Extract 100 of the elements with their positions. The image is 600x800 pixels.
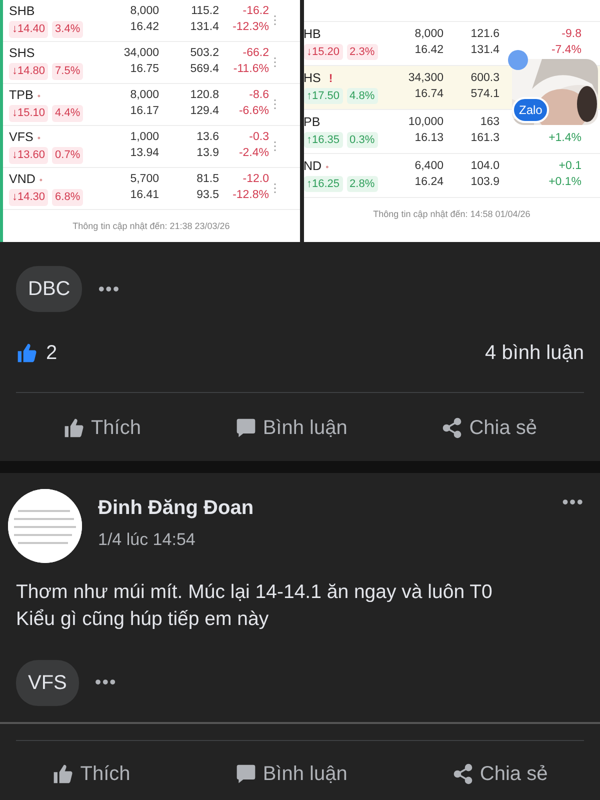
table-cell-text: 13.6 [196, 130, 219, 146]
ticker: TPB [9, 88, 34, 102]
table-cell-text: 8,000 [130, 88, 159, 104]
table-cell-text: 8,000 [414, 26, 444, 42]
price-tag: ↑16.25 [304, 176, 343, 192]
table-cell-text: 163 [480, 114, 500, 130]
table-cell-text: 16.41 [130, 188, 159, 203]
status-mark: ! [328, 72, 333, 85]
table-cell-text: -0.3 [249, 130, 269, 146]
table-cell-text: 16.74 [414, 86, 444, 102]
more-button[interactable]: ••• [94, 669, 117, 696]
table-cell-text: 161.3 [470, 130, 500, 146]
table-cell-text: 103.9 [470, 174, 500, 190]
share-icon [441, 417, 464, 439]
table-cell-text: -12.3% [232, 20, 269, 35]
percent-tag: 4.4% [52, 105, 84, 122]
comment-icon [234, 762, 257, 785]
ticker: PB [304, 114, 320, 129]
ticker: HB [304, 26, 321, 41]
share-button[interactable]: Chia sẻ [441, 413, 538, 443]
update-note: Thông tin cập nhật đến: 21:38 23/03/26 [72, 220, 231, 233]
ticker: SHS [9, 46, 35, 60]
ticker: SHB [9, 4, 35, 18]
percent-tag: 2.3% [346, 44, 378, 60]
comment-button[interactable]: Bình luận [234, 758, 348, 789]
table-cell-text: 16.24 [414, 174, 444, 190]
table-cell-text: 115.2 [191, 4, 219, 20]
thumbs-up-icon [16, 342, 38, 364]
update-note: Thông tin cập nhật đến: 14:58 01/04/26 [372, 208, 532, 221]
table-cell-text: -66.2 [242, 46, 269, 62]
percent-tag: 4.8% [346, 88, 378, 104]
thumbs-up-icon [52, 762, 74, 785]
status-mark: • [37, 91, 40, 101]
percent-tag: 3.4% [52, 21, 84, 38]
ticker: VND [9, 172, 36, 186]
table-cell-text: 6,400 [414, 158, 444, 174]
table-cell-text: 16.17 [130, 104, 159, 119]
table-cell-text: 1,000 [130, 130, 159, 146]
table-cell-text: 16.75 [130, 62, 159, 77]
price-tag: ↑16.35 [304, 132, 343, 148]
table-cell-text: 131.4 [190, 20, 219, 35]
table-cell-text: +1.4% [548, 130, 582, 146]
percent-tag: 0.3% [346, 132, 378, 148]
price-tag: ↓13.60 [9, 147, 48, 164]
price-tag: ↓14.80 [9, 63, 48, 80]
share-button[interactable]: Chia sẻ [452, 758, 548, 789]
like-button[interactable]: Thích [62, 413, 141, 443]
post-text: Thơm như múi mít. Múc lại 14-14.1 ăn ngay và luôn T0 [16, 580, 494, 605]
table-cell-text: 13.94 [130, 146, 159, 161]
table-cell-text: -12.0 [242, 172, 269, 188]
table-cell-text: 503.2 [190, 46, 219, 62]
status-mark: • [37, 133, 40, 143]
table-cell-text: 34,300 [408, 70, 444, 86]
comment-icon [234, 417, 257, 439]
menu-button[interactable]: ••• [562, 489, 592, 563]
post-time[interactable]: 1/4 lúc 14:54 [98, 527, 546, 552]
table-cell-text: -2.4% [238, 146, 269, 161]
table-cell-text: -6.6% [238, 104, 269, 119]
table-cell-text: -16.2 [242, 4, 269, 20]
like-button[interactable]: Thích [52, 758, 130, 789]
table-cell-text: 93.5 [196, 188, 219, 203]
status-mark: • [326, 162, 329, 172]
percent-tag: 6.8% [52, 189, 84, 206]
status-mark: • [39, 175, 43, 185]
ticker: HS [304, 70, 321, 85]
price-tag: ↑17.50 [304, 88, 343, 104]
percent-tag: 2.8% [346, 176, 378, 192]
table-cell-text: +0.1% [548, 174, 582, 190]
comment-count[interactable]: 4 bình luận [485, 338, 584, 368]
price-tag: ↓15.10 [9, 105, 48, 122]
table-cell-text: -11.6% [233, 62, 269, 77]
table-cell-text: 34,000 [124, 46, 159, 62]
table-cell-text: 120.8 [190, 88, 219, 104]
author-name[interactable]: Đinh Đăng Đoan [98, 493, 546, 523]
price-tag: ↓14.30 [9, 189, 48, 206]
table-cell-text: 16.13 [414, 130, 444, 146]
more-button[interactable]: ••• [98, 276, 120, 302]
tag-chip[interactable]: VFS [16, 660, 79, 706]
comment-button[interactable]: Bình luận [234, 413, 348, 443]
table-cell-text: 5,700 [130, 172, 159, 188]
thumbs-up-icon [62, 417, 85, 439]
tag-chip[interactable]: DBC [16, 266, 82, 312]
table-cell-text: 131.4 [470, 42, 500, 58]
table-cell-text: -8.6 [249, 88, 269, 104]
table-cell-text: 600.3 [470, 70, 500, 86]
table-cell-text: +0.1 [558, 158, 582, 174]
table-cell-text: 574.1 [470, 86, 500, 102]
ticker: VFS [9, 130, 34, 144]
post-text: Kiểu gì cũng húp tiếp em này [16, 607, 270, 632]
table-cell-text: 8,000 [130, 4, 159, 20]
table-cell-text: -7.4% [551, 42, 582, 58]
table-cell-text: 16.42 [414, 42, 444, 58]
like-count: 2 [46, 341, 58, 366]
table-cell-text: -12.8% [232, 188, 269, 203]
table-cell-text: 13.9 [196, 146, 219, 161]
table-cell-text: 81.5 [196, 172, 219, 188]
share-icon [452, 762, 474, 785]
table-cell-text: -9.8 [562, 26, 582, 42]
price-tag: ↓15.20 [304, 44, 343, 60]
table-cell-text: 129.4 [190, 104, 219, 119]
